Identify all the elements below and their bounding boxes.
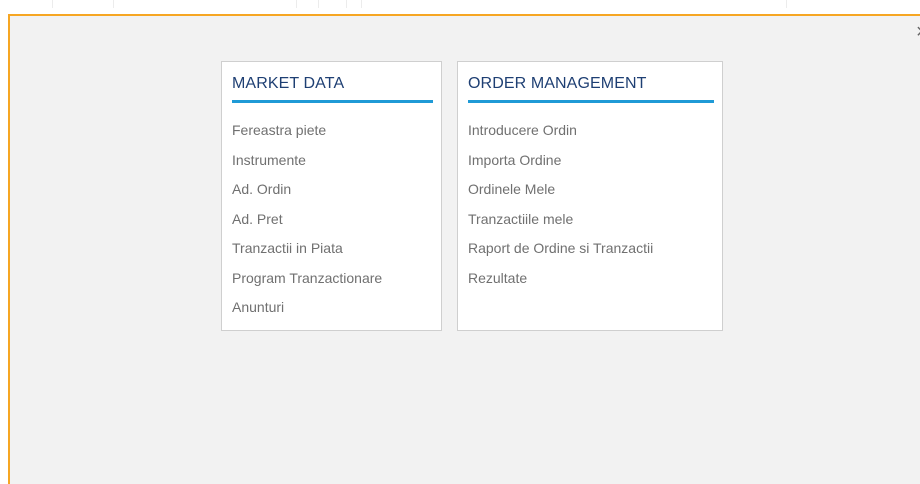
menu-item-ordinele-mele[interactable]: Ordinele Mele xyxy=(468,175,722,205)
menu-item-raport-ordine-tranzactii[interactable]: Raport de Ordine si Tranzactii xyxy=(468,234,722,264)
order-management-card: ORDER MANAGEMENT Introducere Ordin Impor… xyxy=(457,61,723,331)
menu-item-importa-ordine[interactable]: Importa Ordine xyxy=(468,146,722,176)
divider xyxy=(361,0,362,8)
divider xyxy=(318,0,319,8)
menu-item-anunturi[interactable]: Anunturi xyxy=(232,293,441,323)
menu-item-ad-pret[interactable]: Ad. Pret xyxy=(232,205,441,235)
menu-item-rezultate[interactable]: Rezultate xyxy=(468,264,722,294)
menu-panel: × MARKET DATA Fereastra piete Instrument… xyxy=(8,14,920,484)
menu-item-tranzactiile-mele[interactable]: Tranzactiile mele xyxy=(468,205,722,235)
menu-item-ad-ordin[interactable]: Ad. Ordin xyxy=(232,175,441,205)
market-data-title: MARKET DATA xyxy=(232,74,433,103)
menu-item-tranzactii-in-piata[interactable]: Tranzactii in Piata xyxy=(232,234,441,264)
top-strip xyxy=(0,0,920,14)
close-icon[interactable]: × xyxy=(916,22,920,44)
divider xyxy=(113,0,114,8)
divider xyxy=(296,0,297,8)
divider xyxy=(786,0,787,8)
market-data-list: Fereastra piete Instrumente Ad. Ordin Ad… xyxy=(232,116,441,323)
menu-item-program-tranzactionare[interactable]: Program Tranzactionare xyxy=(232,264,441,294)
divider xyxy=(52,0,53,8)
menu-item-introducere-ordin[interactable]: Introducere Ordin xyxy=(468,116,722,146)
market-data-card: MARKET DATA Fereastra piete Instrumente … xyxy=(221,61,442,331)
order-management-list: Introducere Ordin Importa Ordine Ordinel… xyxy=(468,116,722,293)
divider xyxy=(346,0,347,8)
menu-item-fereastra-piete[interactable]: Fereastra piete xyxy=(232,116,441,146)
menu-item-instrumente[interactable]: Instrumente xyxy=(232,146,441,176)
order-management-title: ORDER MANAGEMENT xyxy=(468,74,714,103)
